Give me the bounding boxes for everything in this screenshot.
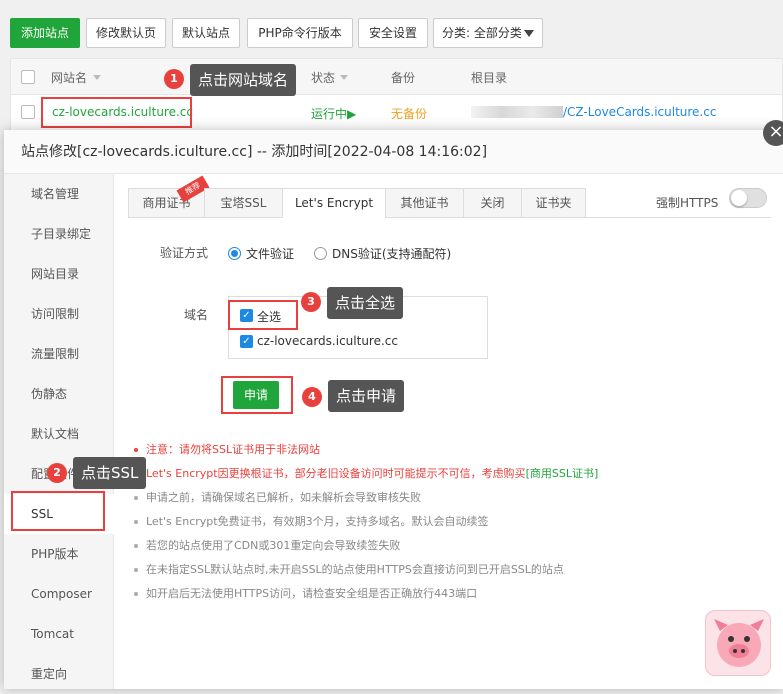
sidebar-item-traffic-limit[interactable]: 流量限制 — [4, 334, 114, 374]
step-4-callout: 点击申请 — [328, 380, 405, 412]
col-backup: 备份 — [391, 71, 416, 85]
default-site-button[interactable]: 默认站点 — [172, 18, 240, 48]
tab-other-cert[interactable]: 其他证书 — [385, 188, 464, 218]
edit-default-page-button[interactable]: 修改默认页 — [86, 18, 166, 48]
col-status[interactable]: 状态 — [311, 69, 335, 86]
sort-icon — [93, 75, 101, 80]
dns-verify-radio[interactable] — [314, 247, 327, 260]
dns-verify-label[interactable]: DNS验证(支持通配符) — [332, 245, 451, 262]
tab-underline — [586, 217, 771, 218]
note-port-443: 如开启后无法使用HTTPS访问，请检查安全组是否正确放行443端口 — [134, 585, 477, 601]
force-https-label: 强制HTTPS — [656, 196, 719, 210]
tab-baota-ssl[interactable]: 宝塔SSL — [204, 188, 283, 218]
verify-method-label: 验证方式 — [160, 246, 209, 260]
table-header: 网站名 状态 备份 根目录 — [11, 59, 782, 95]
note-text: 申请之前，请确保域名已解析，如未解析会导致审核失败 — [146, 491, 421, 504]
sidebar-item-rewrite[interactable]: 伪静态 — [4, 374, 114, 414]
sidebar-item-domain[interactable]: 域名管理 — [4, 174, 114, 214]
buy-commercial-ssl-link[interactable]: [商用SSL证书] — [526, 467, 599, 480]
step-4-badge: 4 — [302, 387, 322, 407]
status-running[interactable]: 运行中▶ — [311, 105, 356, 122]
col-site-name[interactable]: 网站名 — [51, 69, 87, 86]
step-3-badge: 3 — [301, 292, 321, 312]
sidebar-item-site-dir[interactable]: 网站目录 — [4, 254, 114, 294]
step-1-callout: 点击网站域名 — [190, 64, 297, 96]
step-2-badge: 2 — [47, 463, 67, 483]
force-https-toggle[interactable] — [729, 188, 767, 208]
row-checkbox[interactable] — [21, 105, 35, 119]
note-text: 如开启后无法使用HTTPS访问，请检查安全组是否正确放行443端口 — [146, 587, 478, 600]
note-text: 在未指定SSL默认站点时,未开启SSL的站点使用HTTPS会直接访问到已开启SS… — [146, 563, 564, 576]
modal-sidebar: 域名管理 子目录绑定 网站目录 访问限制 流量限制 伪静态 默认文档 配置文件 … — [4, 174, 114, 689]
highlight-apply — [221, 376, 293, 414]
category-select[interactable]: 分类: 全部分类 — [433, 18, 543, 48]
note-text: 若您的站点使用了CDN或301重定向会导致续签失败 — [146, 539, 401, 552]
php-cli-button[interactable]: PHP命令行版本 — [247, 18, 353, 48]
note-text: Let's Encrypt免费证书，有效期3个月，支持多域名。默认会自动续签 — [146, 515, 489, 528]
col-root: 根目录 — [471, 71, 508, 85]
sidebar-item-default-doc[interactable]: 默认文档 — [4, 414, 114, 454]
note-default-site: 在未指定SSL默认站点时,未开启SSL的站点使用HTTPS会直接访问到已开启SS… — [134, 561, 564, 577]
sidebar-item-composer[interactable]: Composer — [4, 574, 114, 614]
note-dns-resolve: 申请之前，请确保域名已解析，如未解析会导致审核失败 — [134, 489, 421, 505]
sidebar-item-php-version[interactable]: PHP版本 — [4, 534, 114, 574]
sidebar-item-access-limit[interactable]: 访问限制 — [4, 294, 114, 334]
note-free-cert: Let's Encrypt免费证书，有效期3个月，支持多域名。默认会自动续签 — [134, 513, 489, 529]
sidebar-item-redirect[interactable]: 重定向 — [4, 654, 114, 694]
tab-close[interactable]: 关闭 — [463, 188, 522, 218]
step-3-callout: 点击全选 — [327, 287, 404, 319]
note-root-cert: Let's Encrypt因更换根证书，部分老旧设备访问时可能提示不可信，考虑购… — [134, 465, 598, 481]
sort-icon — [340, 75, 348, 80]
file-verify-label[interactable]: 文件验证 — [246, 245, 294, 262]
domain-item-label[interactable]: cz-lovecards.iculture.cc — [257, 334, 398, 348]
sidebar-item-tomcat[interactable]: Tomcat — [4, 614, 114, 654]
step-1-badge: 1 — [164, 69, 184, 89]
root-path-link[interactable]: /CZ-LoveCards.iculture.cc — [563, 105, 716, 119]
file-verify-radio[interactable] — [228, 247, 241, 260]
highlight-select-all — [228, 300, 298, 330]
close-icon[interactable]: × — [763, 120, 783, 146]
highlight-ssl — [11, 491, 105, 531]
pig-face-icon[interactable] — [705, 610, 771, 676]
sidebar-item-subdir[interactable]: 子目录绑定 — [4, 214, 114, 254]
modal-title: 站点修改[cz-lovecards.iculture.cc] -- 添加时间[2… — [4, 130, 783, 174]
security-button[interactable]: 安全设置 — [358, 18, 428, 48]
note-illegal-warning: 注意：请勿将SSL证书用于非法网站 — [134, 441, 320, 457]
tab-cert-folder[interactable]: 证书夹 — [521, 188, 586, 218]
add-site-button[interactable]: 添加站点 — [10, 18, 80, 48]
category-label: 分类: 全部分类 — [442, 26, 522, 40]
highlight-site-link — [41, 97, 192, 128]
tab-lets-encrypt[interactable]: Let's Encrypt — [282, 188, 386, 218]
backup-status[interactable]: 无备份 — [391, 105, 427, 122]
domain-checkbox[interactable]: ✓ — [240, 335, 253, 348]
note-text: Let's Encrypt因更换根证书，部分老旧设备访问时可能提示不可信，考虑购… — [146, 467, 526, 480]
blurred-path — [471, 106, 563, 118]
note-cdn: 若您的站点使用了CDN或301重定向会导致续签失败 — [134, 537, 400, 553]
domain-label: 域名 — [184, 308, 209, 322]
triangle-down-icon — [524, 30, 534, 37]
note-text: 注意：请勿将SSL证书用于非法网站 — [146, 443, 321, 456]
select-all-rows-checkbox[interactable] — [21, 70, 35, 84]
step-2-callout: 点击SSL — [73, 457, 147, 489]
